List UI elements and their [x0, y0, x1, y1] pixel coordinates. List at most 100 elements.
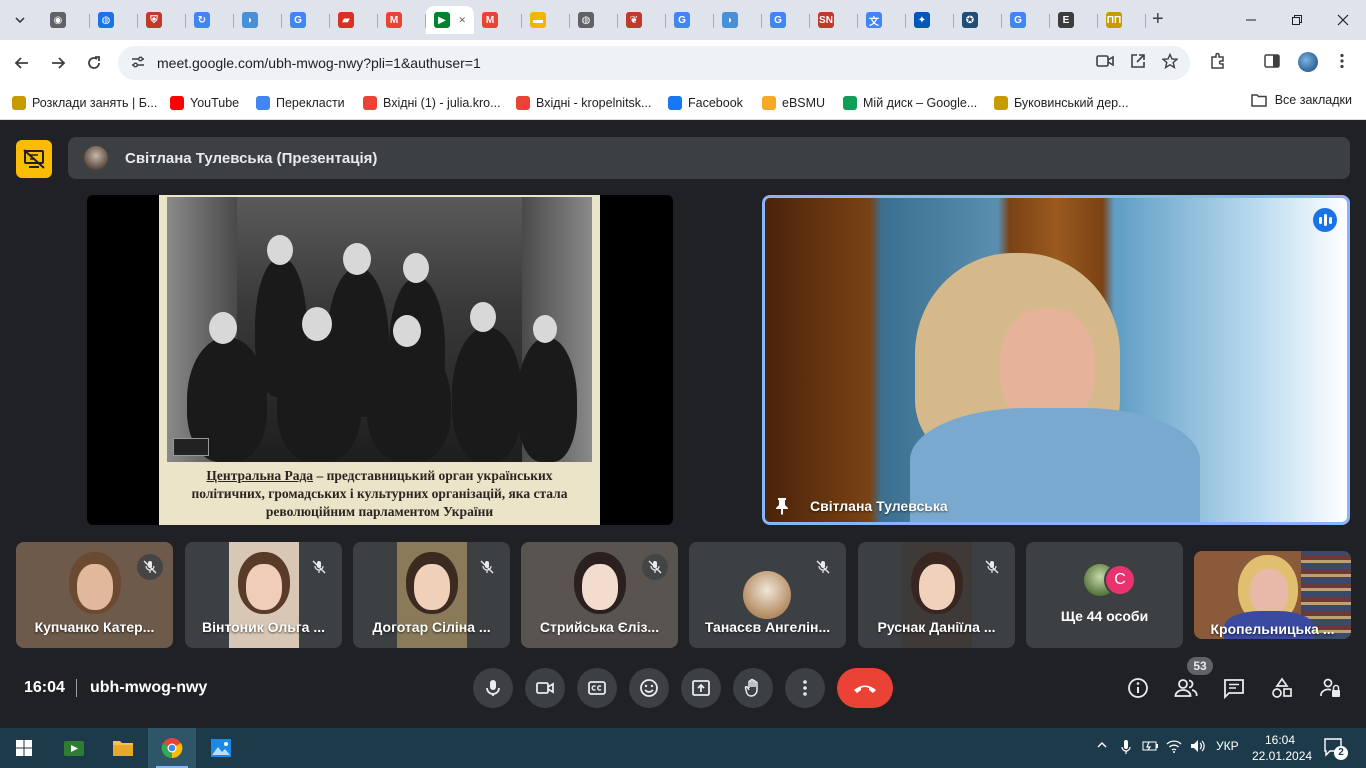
- tab-sn[interactable]: SN: [810, 6, 858, 34]
- taskbar-photos[interactable]: [197, 728, 245, 768]
- tab-google-4[interactable]: G: [1002, 6, 1050, 34]
- raise-hand-button[interactable]: [733, 668, 773, 708]
- tab-folder[interactable]: ▬: [522, 6, 570, 34]
- captions-button[interactable]: [577, 668, 617, 708]
- tab-emblem[interactable]: ✦: [906, 6, 954, 34]
- start-button[interactable]: [0, 728, 48, 768]
- tab-google-2[interactable]: G: [666, 6, 714, 34]
- tab-globe-2[interactable]: ◍: [570, 6, 618, 34]
- address-bar[interactable]: meet.google.com/ubh-mwog-nwy?pli=1&authu…: [118, 46, 1190, 80]
- all-bookmarks-button[interactable]: Все закладки: [1250, 93, 1352, 107]
- tab-strip: ◉ ◍ ⛨ ↻ ◗ G ▰ M ▶ ✕ M ▬ ◍ ❦ G ◗ G SN 文 ✦ ✪ G E ΠΠ +: [0, 0, 1366, 40]
- mic-off-icon: [137, 554, 163, 580]
- reload-button[interactable]: [81, 50, 107, 76]
- tab-red-book[interactable]: ▰: [330, 6, 378, 34]
- crest-icon: ⛨: [146, 12, 162, 28]
- bookmark-label: Мій диск – Google...: [863, 96, 978, 110]
- pinned-speaker-tile[interactable]: Світлана Тулевська: [762, 195, 1350, 525]
- tab-bukovyna[interactable]: ΠΠ: [1098, 6, 1146, 34]
- minimize-button[interactable]: [1228, 0, 1274, 40]
- bookmark-item[interactable]: eBSMU: [762, 93, 825, 113]
- participant-tile[interactable]: Стрийська Єліз...: [521, 542, 678, 648]
- present-screen-button[interactable]: [681, 668, 721, 708]
- more-participants-tile[interactable]: С Ще 44 особи: [1026, 542, 1183, 648]
- site-info-icon[interactable]: [130, 54, 146, 73]
- bookmark-item[interactable]: Мій диск – Google...: [843, 93, 977, 113]
- input-language[interactable]: УКР: [1216, 739, 1239, 753]
- close-tab-icon[interactable]: ✕: [458, 15, 466, 26]
- new-tab-button[interactable]: +: [1152, 9, 1164, 29]
- taskbar-file-explorer[interactable]: [99, 728, 147, 768]
- people-button[interactable]: [1174, 676, 1198, 700]
- wifi-icon[interactable]: [1166, 739, 1182, 756]
- profile-avatar[interactable]: [1298, 52, 1318, 72]
- reactions-button[interactable]: [629, 668, 669, 708]
- participant-tile[interactable]: Танасєв Ангелін...: [689, 542, 846, 648]
- restore-button[interactable]: [1274, 0, 1320, 40]
- battery-icon[interactable]: [1142, 739, 1160, 756]
- tab-pill-2[interactable]: ◗: [714, 6, 762, 34]
- open-in-new-icon[interactable]: [1130, 53, 1146, 74]
- camera-button[interactable]: [525, 668, 565, 708]
- chat-button[interactable]: [1222, 676, 1246, 700]
- tray-microphone-icon[interactable]: [1120, 739, 1132, 758]
- historic-photo: [167, 197, 592, 462]
- self-view-tile[interactable]: Кропельницька ...: [1194, 551, 1351, 639]
- chrome-menu-icon[interactable]: [1333, 52, 1351, 75]
- pin-icon[interactable]: [775, 497, 789, 519]
- bookmark-item[interactable]: Розклади занять | Б...: [12, 93, 157, 113]
- taskbar-camtasia[interactable]: [50, 728, 98, 768]
- activities-shapes-icon: [1272, 677, 1292, 698]
- bookmark-item[interactable]: Перекласти: [256, 93, 345, 113]
- tab-cherry[interactable]: ❦: [618, 6, 666, 34]
- bookmark-item[interactable]: Вхідні (1) - julia.kro...: [363, 93, 501, 113]
- globe-icon: ◍: [578, 12, 594, 28]
- tab-google-1[interactable]: G: [282, 6, 330, 34]
- camera-in-use-icon[interactable]: [1096, 53, 1114, 74]
- volume-icon[interactable]: [1190, 739, 1206, 756]
- more-options-button[interactable]: [785, 668, 825, 708]
- extensions-icon[interactable]: [1209, 52, 1227, 75]
- activities-button[interactable]: [1270, 676, 1294, 700]
- hand-icon: [744, 678, 758, 697]
- tab-chrome[interactable]: ◉: [42, 6, 90, 34]
- participant-name: Руснак Даніїла ...: [877, 619, 996, 635]
- forward-button[interactable]: [45, 50, 71, 76]
- bookmark-item[interactable]: YouTube: [170, 93, 239, 113]
- participant-tile[interactable]: Вінтоник Ольга ...: [185, 542, 342, 648]
- bookmark-item[interactable]: Буковинський дер...: [994, 93, 1129, 113]
- tab-gmail-2[interactable]: M: [474, 6, 522, 34]
- tab-globe[interactable]: ◍: [90, 6, 138, 34]
- system-clock[interactable]: 16:04 22.01.2024: [1252, 732, 1312, 764]
- leave-call-button[interactable]: [837, 668, 893, 708]
- tab-gmail-1[interactable]: M: [378, 6, 426, 34]
- participant-tile[interactable]: Доготар Сіліна ...: [353, 542, 510, 648]
- back-button[interactable]: [9, 50, 35, 76]
- tab-meet-active[interactable]: ▶ ✕: [426, 6, 474, 34]
- side-panel-icon[interactable]: [1263, 52, 1281, 75]
- taskbar-chrome[interactable]: [148, 728, 196, 768]
- tab-pill-1[interactable]: ◗: [234, 6, 282, 34]
- tab-search-dropdown[interactable]: [8, 8, 32, 32]
- tab-google-3[interactable]: G: [762, 6, 810, 34]
- bookmark-item[interactable]: Вхідні - kropelnitsk...: [516, 93, 651, 113]
- microphone-button[interactable]: [473, 668, 513, 708]
- close-window-button[interactable]: [1320, 0, 1366, 40]
- bookmark-star-icon[interactable]: [1161, 52, 1179, 74]
- meeting-details-button[interactable]: [1126, 676, 1150, 700]
- show-hidden-icons[interactable]: [1096, 739, 1108, 754]
- tab-translate-2[interactable]: 文: [858, 6, 906, 34]
- tab-university[interactable]: ⛨: [138, 6, 186, 34]
- presentation-indicator[interactable]: [16, 140, 52, 178]
- shared-screen-tile[interactable]: Центральна Рада – представницький орган …: [87, 195, 673, 525]
- meeting-clock: 16:04: [24, 679, 65, 696]
- tab-e[interactable]: E: [1050, 6, 1098, 34]
- closed-captions-icon: [588, 681, 606, 695]
- tab-translate[interactable]: ↻: [186, 6, 234, 34]
- bookmark-item[interactable]: Facebook: [668, 93, 743, 113]
- participant-tile[interactable]: Руснак Даніїла ...: [858, 542, 1015, 648]
- host-controls-button[interactable]: [1318, 676, 1342, 700]
- folder-icon: ▬: [530, 12, 546, 28]
- tab-owl[interactable]: ✪: [954, 6, 1002, 34]
- participant-tile[interactable]: Купчанко Катер...: [16, 542, 173, 648]
